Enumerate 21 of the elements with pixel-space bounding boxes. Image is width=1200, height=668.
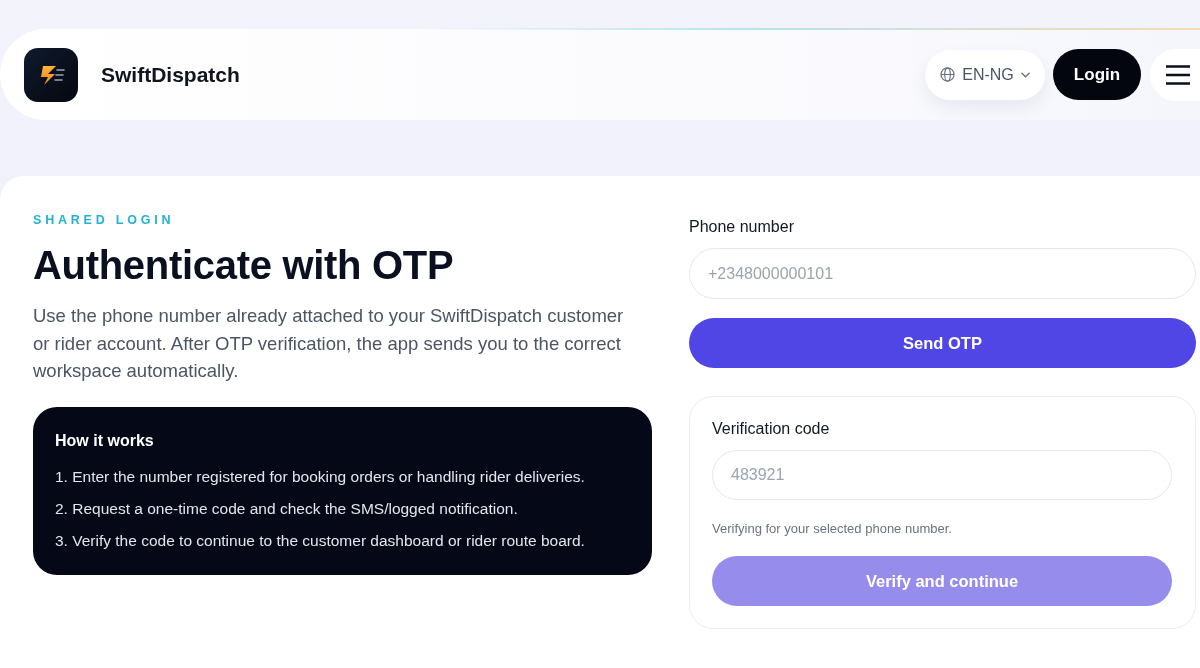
verification-label: Verification code [712, 419, 830, 439]
send-otp-button[interactable]: Send OTP [689, 318, 1196, 368]
eyebrow-label: SHARED LOGIN [33, 212, 175, 228]
brand-name: SwiftDispatch [101, 62, 240, 87]
chevron-down-icon [1020, 71, 1030, 78]
how-it-works-title: How it works [55, 430, 155, 451]
step-text: 3. Verify the code to continue to the customer dashboard or rider route board. [55, 530, 586, 551]
globe-icon [940, 67, 956, 82]
step-text: 1. Enter the number registered for booking orders or handling rider deliveries. [55, 466, 586, 487]
menu-icon [1166, 64, 1190, 85]
code-input[interactable]: 483921 [712, 450, 1172, 500]
phone-input[interactable]: +2348000000101 [689, 248, 1196, 299]
language-button[interactable]: EN-NG [925, 49, 1045, 100]
login-button[interactable]: Login [1053, 49, 1141, 100]
lightning-logo-icon [24, 47, 78, 102]
step-text: 2. Request a one-time code and check the SMS/logged notification. [55, 498, 519, 519]
page-title: Authenticate with OTP [33, 242, 454, 289]
menu-button[interactable] [1150, 48, 1200, 101]
phone-label: Phone number [689, 217, 794, 237]
hint-text: Verifying for your selected phone number. [712, 520, 952, 538]
description-text: Use the phone number already attached to your SwiftDispatch customer or rider account. After OTP verification, the app sends you to the correct workspace automatically. [33, 304, 625, 383]
